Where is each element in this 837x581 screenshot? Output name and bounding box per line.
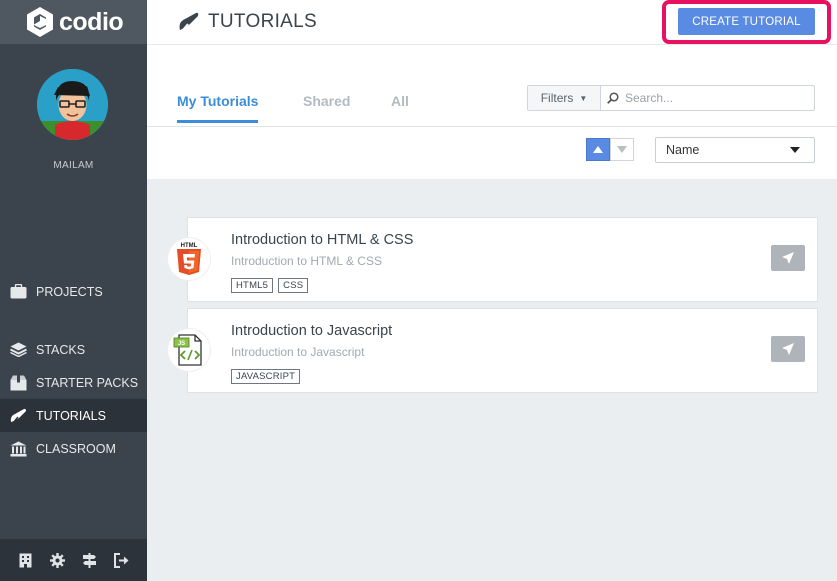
sidebar-item-label: CLASSROOM (36, 441, 116, 456)
tutorial-card[interactable]: JS Introduction to Javascript Introducti… (168, 308, 818, 393)
layers-icon (9, 341, 27, 359)
sidebar-item-classroom[interactable]: CLASSROOM (0, 432, 147, 465)
tab-my-tutorials[interactable]: My Tutorials (177, 93, 259, 123)
tag[interactable]: JAVASCRIPT (231, 369, 301, 384)
search-box (601, 86, 814, 110)
avatar[interactable] (37, 69, 108, 140)
tutorial-title[interactable]: Introduction to Javascript (231, 323, 392, 339)
sidebar-footer (0, 539, 147, 581)
triangle-up-icon (593, 146, 603, 153)
username: MAILAM (53, 160, 94, 171)
tutorial-subtitle: Introduction to HTML & CSS (231, 254, 382, 268)
page-title-text: TUTORIALS (208, 11, 317, 32)
launch-button[interactable] (771, 336, 805, 362)
search-input[interactable] (625, 91, 805, 105)
triangle-down-icon (617, 146, 627, 153)
launch-button[interactable] (771, 245, 805, 271)
sidebar-item-starter-packs[interactable]: STARTER PACKS (0, 366, 147, 399)
logout-icon[interactable] (113, 552, 129, 568)
sidebar-item-label: STACKS (36, 342, 86, 357)
sidebar-item-stacks[interactable]: STACKS (0, 333, 147, 366)
tutorial-title[interactable]: Introduction to HTML & CSS (231, 232, 413, 248)
search-icon (607, 92, 619, 104)
header: TUTORIALS CREATE TUTORIAL (147, 0, 837, 45)
signpost-icon[interactable] (81, 552, 97, 568)
building-icon[interactable] (18, 552, 34, 568)
create-tutorial-highlight: CREATE TUTORIAL (662, 0, 831, 44)
tutorial-icon (9, 407, 27, 425)
sort-bar: Name (147, 127, 837, 179)
brand-name: codio (59, 7, 124, 36)
codio-logo-icon (27, 7, 53, 37)
create-tutorial-button[interactable]: CREATE TUTORIAL (678, 8, 815, 35)
tag[interactable]: HTML5 (231, 278, 274, 293)
paper-plane-icon (782, 252, 794, 264)
sidebar-item-projects[interactable]: PROJECTS (0, 275, 147, 308)
tag[interactable]: CSS (278, 278, 309, 293)
sidebar-item-label: STARTER PACKS (36, 375, 139, 390)
tag-list: HTML5 CSS (231, 278, 309, 293)
sort-field-select[interactable]: Name (655, 137, 815, 163)
filters-label: Filters (540, 91, 574, 105)
svg-text:JS: JS (178, 341, 185, 347)
tab-shared[interactable]: Shared (303, 93, 350, 109)
sidebar: codio MAILAM PROJECTS STACKS STARTER PAC… (0, 0, 147, 581)
page-title: TUTORIALS (177, 11, 317, 33)
caret-down-icon: ▼ (579, 93, 588, 103)
svg-text:HTML: HTML (181, 243, 198, 249)
tutorial-icon (179, 12, 199, 32)
sidebar-item-label: PROJECTS (36, 284, 103, 299)
sidebar-item-label: TUTORIALS (36, 408, 106, 423)
avatar-image (37, 69, 108, 140)
tutorial-card[interactable]: HTML Introduction to HTML & CSS Introduc… (168, 217, 818, 302)
gear-icon[interactable] (50, 552, 66, 568)
codio-logo[interactable]: codio (0, 0, 147, 44)
briefcase-icon (9, 283, 27, 301)
sort-descending-button[interactable] (610, 138, 634, 161)
tutorial-subtitle: Introduction to Javascript (231, 345, 365, 359)
sort-field-value: Name (666, 143, 700, 157)
sidebar-item-tutorials[interactable]: TUTORIALS (0, 399, 147, 432)
tutorial-list: HTML Introduction to HTML & CSS Introduc… (147, 179, 837, 581)
javascript-file-icon: JS (168, 329, 210, 371)
sort-ascending-button[interactable] (586, 138, 610, 161)
paper-plane-icon (782, 343, 794, 355)
filter-search-group: Filters ▼ (527, 85, 815, 111)
tab-all[interactable]: All (391, 93, 409, 109)
tag-list: JAVASCRIPT (231, 369, 301, 384)
bank-icon (9, 440, 27, 458)
package-icon (9, 374, 27, 392)
caret-down-icon (790, 147, 800, 153)
tabs-bar: My Tutorials Shared All Filters ▼ (147, 45, 837, 127)
html5-icon: HTML (168, 238, 210, 280)
app-window: codio MAILAM PROJECTS STACKS STARTER PAC… (0, 0, 837, 581)
filters-dropdown[interactable]: Filters ▼ (528, 86, 601, 110)
